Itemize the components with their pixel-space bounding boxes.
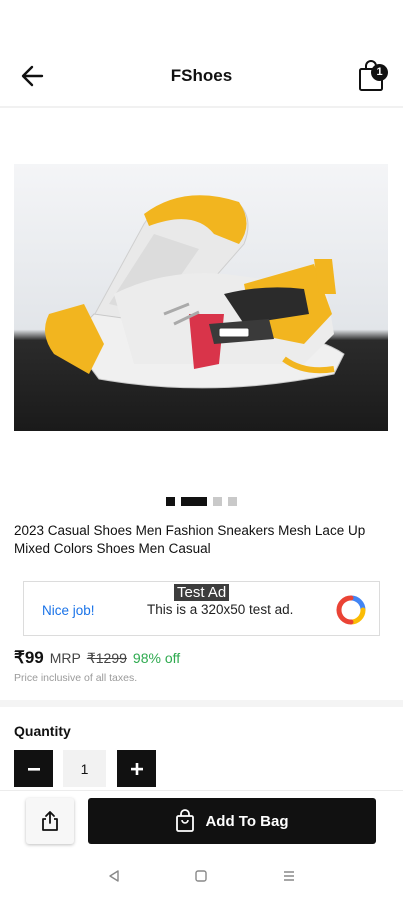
minus-icon <box>27 767 40 771</box>
gallery-dot[interactable] <box>228 497 237 506</box>
discount-label: 98% off <box>132 650 181 666</box>
system-navbar <box>0 852 403 900</box>
mrp-value: ₹1299 <box>86 650 127 666</box>
test-ad-banner[interactable]: Test Ad Nice job! This is a 320x50 test … <box>23 581 380 636</box>
ad-headline[interactable]: Nice job! <box>42 603 95 618</box>
mrp-label: MRP <box>49 650 81 666</box>
sneaker-photo <box>14 164 388 431</box>
quantity-decrease-button[interactable] <box>14 750 53 787</box>
gallery-pagination[interactable] <box>0 497 403 506</box>
cart-count-badge: 1 <box>371 64 388 81</box>
quantity-increase-button[interactable] <box>117 750 156 787</box>
add-to-bag-button[interactable]: Add To Bag <box>88 798 376 844</box>
product-image[interactable] <box>14 164 388 431</box>
quantity-label: Quantity <box>14 723 71 739</box>
plus-icon <box>130 762 143 775</box>
bag-icon <box>176 809 195 832</box>
nav-recents-icon[interactable] <box>279 866 299 886</box>
tax-note: Price inclusive of all taxes. <box>14 672 138 684</box>
section-divider <box>0 700 403 707</box>
nav-home-icon[interactable] <box>191 866 211 886</box>
sale-price: ₹99 <box>14 648 44 667</box>
nav-back-icon[interactable] <box>104 866 124 886</box>
add-to-bag-label: Add To Bag <box>205 812 289 830</box>
price-row: ₹99 MRP ₹1299 98% off <box>14 648 180 668</box>
share-icon <box>42 811 58 831</box>
gallery-dot-active[interactable] <box>181 497 207 506</box>
share-button[interactable] <box>26 798 74 844</box>
product-screen: FShoes 1 2023 Casual Shoes Men Fashion S… <box>0 0 403 900</box>
app-header: FShoes 1 <box>0 0 403 108</box>
quantity-value[interactable]: 1 <box>63 750 106 787</box>
ad-tag: Test Ad <box>174 584 230 601</box>
page-title: FShoes <box>170 66 233 85</box>
gallery-dot[interactable] <box>166 497 175 506</box>
product-title: 2023 Casual Shoes Men Fashion Sneakers M… <box>14 523 366 556</box>
ad-body-text: This is a 320x50 test ad. <box>147 602 294 617</box>
gallery-dot[interactable] <box>213 497 222 506</box>
ad-logo-icon <box>336 595 366 625</box>
